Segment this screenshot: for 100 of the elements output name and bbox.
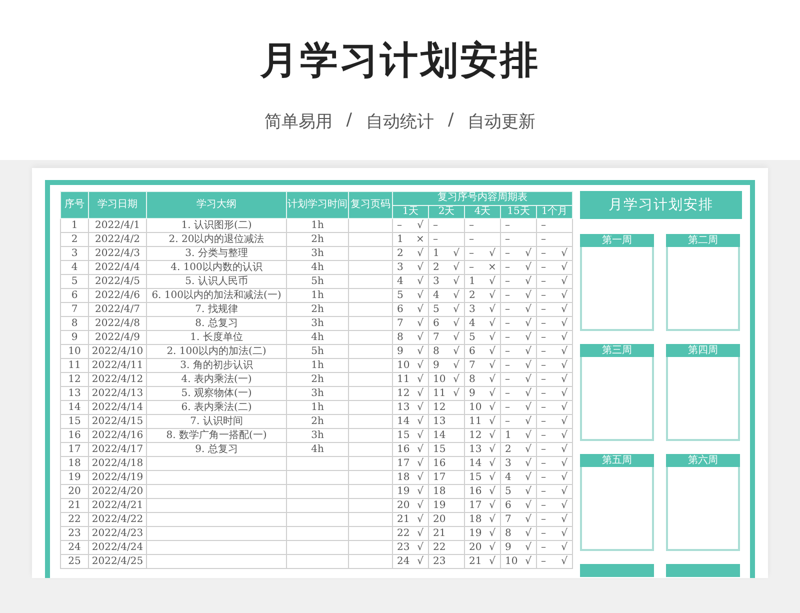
- subtitle-text: /: [346, 110, 352, 132]
- table-cell: 4. 100以内数的认识: [146, 260, 286, 274]
- table-cell: 9: [428, 358, 448, 372]
- review-mark: √: [412, 260, 428, 274]
- column-header: 4天: [464, 205, 500, 218]
- table-cell: 2h: [286, 302, 348, 316]
- review-mark: √: [448, 288, 464, 302]
- review-mark: √: [412, 246, 428, 260]
- review-mark: √: [556, 386, 573, 400]
- table-cell: 15: [392, 428, 412, 442]
- subtitle-text: /: [448, 110, 454, 132]
- review-mark: √: [484, 540, 500, 554]
- table-cell: 21: [464, 554, 484, 568]
- review-mark: √: [412, 512, 428, 526]
- table-cell: 11: [60, 358, 88, 372]
- table-cell: 2. 20以内的退位减法: [146, 232, 286, 246]
- table-cell: 10: [464, 400, 484, 414]
- table-cell: 4: [500, 470, 520, 484]
- review-mark: √: [484, 554, 500, 568]
- review-mark: √: [520, 456, 536, 470]
- table-cell: 2022/4/24: [88, 540, 146, 554]
- review-mark: √: [520, 372, 536, 386]
- table-cell: 3: [392, 260, 412, 274]
- review-mark: √: [484, 330, 500, 344]
- table-cell: 9: [500, 540, 520, 554]
- table-cell: 10: [500, 554, 520, 568]
- review-mark: √: [556, 428, 573, 442]
- review-mark: √: [520, 512, 536, 526]
- review-mark: √: [484, 274, 500, 288]
- review-mark: √: [484, 470, 500, 484]
- table-cell: 13: [60, 386, 88, 400]
- week-header: 第六周: [666, 454, 740, 467]
- table-cell: 1. 长度单位: [146, 330, 286, 344]
- table-cell: 9. 总复习: [146, 442, 286, 456]
- column-header: 序号: [60, 192, 88, 218]
- table-cell: 20: [60, 484, 88, 498]
- table-cell: 2022/4/9: [88, 330, 146, 344]
- table-cell: 14: [428, 428, 448, 442]
- review-mark: √: [484, 414, 500, 428]
- table-cell: 3: [500, 456, 520, 470]
- table-cell: 24: [60, 540, 88, 554]
- review-mark: √: [556, 358, 573, 372]
- table-cell: 13: [392, 400, 412, 414]
- table-cell: 1: [464, 274, 484, 288]
- review-mark: √: [556, 372, 573, 386]
- review-mark: √: [556, 540, 573, 554]
- column-header: 1个月: [536, 205, 573, 218]
- review-mark: √: [448, 330, 464, 344]
- table-cell: 11: [464, 414, 484, 428]
- review-mark: √: [556, 512, 573, 526]
- table-cell: 1h: [286, 218, 348, 232]
- table-cell: 15: [464, 470, 484, 484]
- table-cell: 1. 认识图形(二): [146, 218, 286, 232]
- review-mark: √: [556, 316, 573, 330]
- table-cell: 2: [392, 246, 412, 260]
- table-cell: 18: [428, 484, 448, 498]
- review-mark: √: [448, 260, 464, 274]
- review-mark: √: [484, 456, 500, 470]
- table-cell: 14: [392, 414, 412, 428]
- table-cell: 3h: [286, 428, 348, 442]
- table-cell: 17: [60, 442, 88, 456]
- table-cell: 19: [428, 498, 448, 512]
- review-mark: √: [556, 484, 573, 498]
- table-cell: 7: [428, 330, 448, 344]
- review-mark: √: [556, 470, 573, 484]
- table-cell: 2022/4/4: [88, 260, 146, 274]
- table-cell: 1h: [286, 358, 348, 372]
- review-mark: √: [412, 540, 428, 554]
- table-cell: 2022/4/5: [88, 274, 146, 288]
- review-mark: √: [520, 302, 536, 316]
- week-header: 第二周: [666, 234, 740, 247]
- table-cell: 1: [392, 232, 412, 246]
- column-header: 1天: [392, 205, 428, 218]
- review-mark: √: [412, 484, 428, 498]
- table-cell: 22: [60, 512, 88, 526]
- table-cell: 2022/4/1: [88, 218, 146, 232]
- review-mark: ×: [484, 260, 500, 274]
- review-mark: √: [484, 288, 500, 302]
- table-cell: 2h: [286, 414, 348, 428]
- review-mark: √: [448, 274, 464, 288]
- table-cell: 21: [60, 498, 88, 512]
- week-header: 第四周: [666, 344, 740, 357]
- table-cell: 2h: [286, 232, 348, 246]
- table-cell: 2: [464, 288, 484, 302]
- table-cell: 13: [464, 442, 484, 456]
- review-mark: √: [556, 400, 573, 414]
- review-mark: √: [448, 358, 464, 372]
- table-cell: 22: [392, 526, 412, 540]
- review-mark: √: [412, 358, 428, 372]
- review-mark: √: [484, 498, 500, 512]
- review-mark: √: [412, 498, 428, 512]
- table-cell: 4h: [286, 442, 348, 456]
- table-cell: 5. 认识人民币: [146, 274, 286, 288]
- review-mark: √: [556, 554, 573, 568]
- table-cell: 1h: [286, 288, 348, 302]
- review-mark: √: [556, 260, 573, 274]
- table-cell: 12: [60, 372, 88, 386]
- review-mark: √: [556, 246, 573, 260]
- review-mark: √: [412, 526, 428, 540]
- table-cell: 9: [464, 386, 484, 400]
